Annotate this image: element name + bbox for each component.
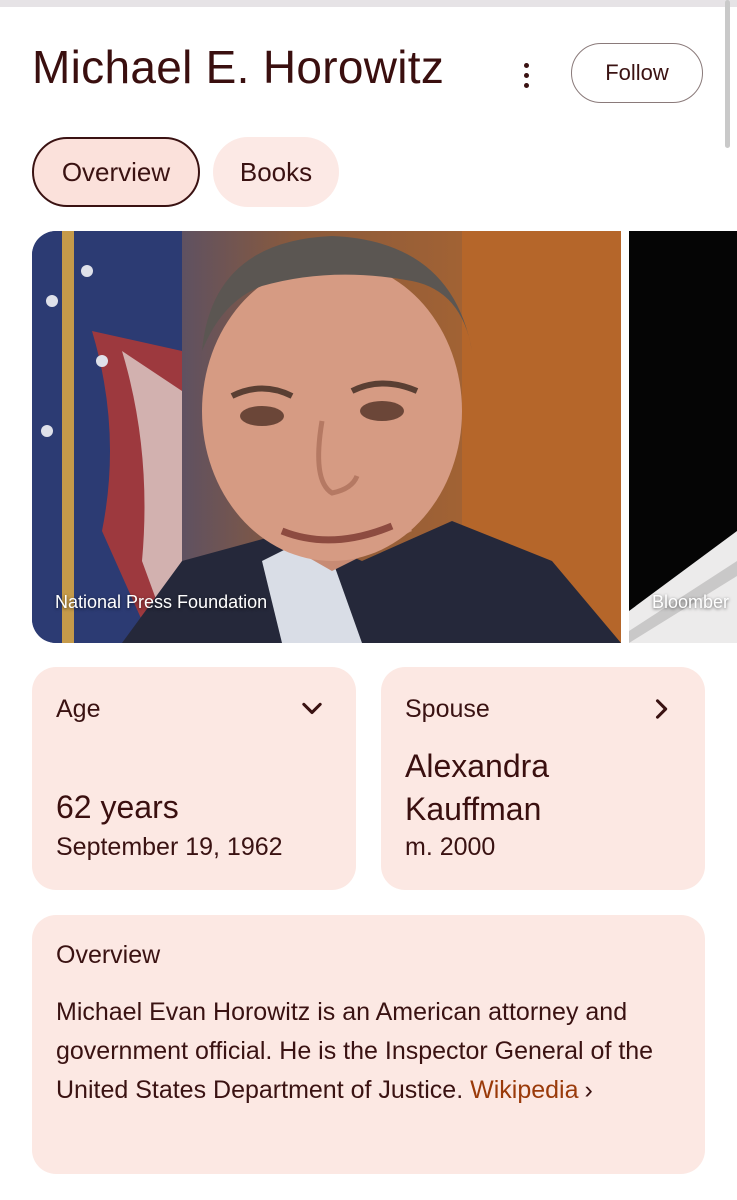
spouse-label: Spouse bbox=[405, 695, 490, 723]
portrait-image bbox=[32, 231, 621, 643]
tab-overview[interactable]: Overview bbox=[32, 137, 200, 207]
age-card[interactable]: Age 62 years September 19, 1962 bbox=[32, 667, 356, 890]
scrollbar[interactable] bbox=[725, 0, 730, 148]
overview-text: Michael Evan Horowitz is an American att… bbox=[56, 993, 676, 1110]
birth-date: September 19, 1962 bbox=[56, 833, 283, 861]
photo-caption: National Press Foundation bbox=[55, 592, 268, 612]
overview-label: Overview bbox=[56, 941, 161, 969]
more-vertical-icon bbox=[523, 62, 529, 68]
marriage-year: m. 2000 bbox=[405, 833, 496, 861]
spouse-card[interactable]: Spouse Alexandra Kauffman m. 2000 bbox=[381, 667, 705, 890]
more-vertical-icon-dot bbox=[523, 82, 529, 88]
spouse-name: Alexandra Kauffman bbox=[405, 748, 550, 827]
chevron-right-icon[interactable]: › bbox=[584, 1076, 592, 1104]
second-photo-caption: Bloomber bbox=[652, 592, 730, 612]
overview-card: Overview Michael Evan Horowitz is an Ame… bbox=[32, 915, 705, 1174]
page-title: Michael E. Horowitz bbox=[32, 41, 445, 93]
second-photo[interactable] bbox=[629, 231, 737, 643]
age-value: 62 years bbox=[56, 789, 179, 825]
chevron-down-icon[interactable] bbox=[298, 695, 326, 723]
more-options-button[interactable] bbox=[508, 55, 544, 95]
top-strip bbox=[0, 0, 737, 7]
tab-books[interactable]: Books bbox=[213, 137, 339, 207]
second-photo-image bbox=[629, 231, 737, 643]
follow-button[interactable]: Follow bbox=[571, 43, 703, 103]
age-label: Age bbox=[56, 695, 101, 723]
chevron-right-icon[interactable] bbox=[647, 695, 675, 723]
profile-photo[interactable] bbox=[32, 231, 621, 643]
wikipedia-link[interactable]: Wikipedia bbox=[470, 1076, 578, 1104]
more-vertical-icon-dot bbox=[523, 72, 529, 78]
